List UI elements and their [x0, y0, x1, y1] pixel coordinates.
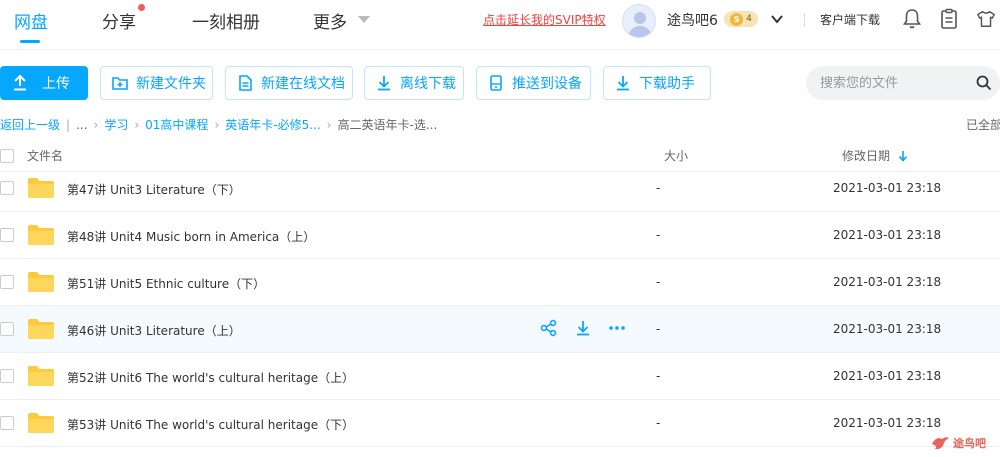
folder-icon [27, 318, 55, 340]
download-icon [378, 76, 390, 91]
tab-netdisk[interactable]: 网盘 [14, 8, 48, 33]
offline-download-button[interactable]: 离线下载 [364, 66, 464, 100]
svip-s-icon: S [730, 12, 744, 26]
username[interactable]: 途鸟吧6 [667, 10, 718, 30]
folder-icon [27, 224, 55, 246]
device-icon [490, 75, 502, 91]
folder-icon [27, 412, 55, 434]
bird-logo-icon [932, 437, 949, 450]
bell-icon[interactable] [902, 8, 922, 30]
file-size: - [656, 369, 661, 383]
breadcrumb-ellipsis[interactable]: ... [76, 118, 87, 132]
push-to-device-button[interactable]: 推送到设备 [476, 66, 591, 100]
table-row[interactable]: 第46讲 Unit3 Literature（上） - 2021-03-01 23:1… [0, 306, 1000, 353]
row-checkbox[interactable] [0, 275, 14, 289]
column-modified[interactable]: 修改日期 [842, 147, 890, 164]
table-row[interactable]: 第52讲 Unit6 The world's cultural heritage… [0, 353, 1000, 400]
breadcrumb: 返回上一级 |... › 学习 › 01高中课程 › 英语年卡-必修5... › 高二英语年卡-选… [0, 118, 438, 132]
column-size[interactable]: 大小 [664, 147, 688, 164]
table-row[interactable]: 第53讲 Unit6 The world's cultural heritage… [0, 400, 1000, 447]
row-checkbox[interactable] [0, 181, 14, 195]
file-size: - [656, 322, 661, 336]
row-actions [540, 319, 626, 337]
search-input[interactable] [820, 73, 970, 93]
search-box [806, 66, 1000, 100]
file-modified-date: 2021-03-01 23:18 [833, 228, 942, 242]
breadcrumb-item[interactable]: 01高中课程 [145, 118, 208, 132]
breadcrumb-item[interactable]: 学习 [104, 118, 128, 132]
new-online-doc-button[interactable]: 新建在线文档 [225, 66, 353, 100]
caret-down-icon[interactable] [358, 16, 370, 23]
breadcrumb-current: 高二英语年卡-选... [337, 118, 438, 132]
shirt-icon[interactable] [976, 8, 996, 30]
push-to-device-label: 推送到设备 [512, 76, 582, 92]
file-size: - [656, 181, 661, 195]
row-checkbox[interactable] [0, 369, 14, 383]
file-modified-date: 2021-03-01 23:18 [833, 322, 942, 336]
svip-promo-link[interactable]: 点击延长我的SVIP特权 [483, 11, 606, 28]
vip-level: 4 [746, 14, 752, 24]
clipboard-icon[interactable] [939, 8, 959, 30]
client-download-link[interactable]: 客户端下载 [820, 11, 880, 28]
upload-button[interactable]: 上传 [0, 66, 88, 100]
notification-dot [138, 4, 145, 11]
search-icon[interactable] [976, 75, 992, 91]
tab-more[interactable]: 更多 [313, 8, 347, 33]
watermark-text: 途鸟吧 [953, 437, 986, 450]
folder-icon [27, 271, 55, 293]
folder-icon [27, 177, 55, 199]
file-modified-date: 2021-03-01 23:18 [833, 275, 942, 289]
new-folder-label: 新建文件夹 [136, 76, 206, 92]
file-modified-date: 2021-03-01 23:18 [833, 181, 942, 195]
row-checkbox[interactable] [0, 228, 14, 242]
more-options-icon[interactable] [608, 319, 626, 337]
table-row[interactable]: 第47讲 Unit3 Literature（下） - 2021-03-01 23:1… [0, 165, 1000, 212]
breadcrumb-item[interactable]: 英语年卡-必修5... [225, 118, 320, 132]
active-tab-indicator [20, 40, 40, 43]
divider [804, 13, 805, 27]
folder-icon [27, 365, 55, 387]
table-row[interactable]: 第51讲 Unit5 Ethnic culture（下） - 2021-03-01 … [0, 259, 1000, 306]
sort-desc-arrow-icon[interactable] [898, 150, 908, 162]
file-name[interactable]: 第53讲 Unit6 The world's cultural heritage… [67, 416, 354, 433]
share-icon[interactable] [540, 319, 558, 337]
upload-label: 上传 [42, 76, 70, 92]
offline-download-label: 离线下载 [400, 76, 456, 92]
file-name[interactable]: 第51讲 Unit5 Ethnic culture（下） [67, 275, 265, 292]
avatar[interactable] [622, 4, 656, 38]
file-size: - [656, 228, 661, 242]
vip-level-badge: S 4 [724, 11, 758, 27]
download-helper-label: 下载助手 [639, 76, 695, 92]
loaded-all-label: 已全部 [966, 118, 1000, 132]
file-size: - [656, 416, 661, 430]
document-icon [239, 75, 252, 91]
top-navigation: 网盘 分享 一刻相册 更多 点击延长我的SVIP特权 途鸟吧6 S 4 客户端下… [0, 0, 1000, 50]
download-icon [617, 76, 629, 91]
watermark: 途鸟吧 [930, 432, 986, 454]
file-name[interactable]: 第47讲 Unit3 Literature（下） [67, 181, 241, 198]
row-checkbox[interactable] [0, 322, 14, 336]
file-name[interactable]: 第48讲 Unit4 Music born in America（上） [67, 228, 315, 245]
select-all-checkbox[interactable] [0, 149, 14, 163]
file-size: - [656, 275, 661, 289]
upload-icon [14, 74, 26, 91]
chevron-down-icon[interactable] [770, 12, 784, 26]
row-checkbox[interactable] [0, 416, 14, 430]
column-name[interactable]: 文件名 [27, 147, 63, 164]
file-name[interactable]: 第52讲 Unit6 The world's cultural heritage… [67, 369, 354, 386]
tab-album[interactable]: 一刻相册 [192, 8, 260, 33]
new-online-doc-label: 新建在线文档 [261, 76, 345, 92]
file-name[interactable]: 第46讲 Unit3 Literature（上） [67, 322, 241, 339]
tab-share[interactable]: 分享 [102, 8, 136, 33]
file-modified-date: 2021-03-01 23:18 [833, 369, 942, 383]
download-icon[interactable] [574, 319, 592, 337]
table-row[interactable]: 第48讲 Unit4 Music born in America（上） - 2021… [0, 212, 1000, 259]
download-helper-button[interactable]: 下载助手 [603, 66, 711, 100]
new-folder-button[interactable]: 新建文件夹 [100, 66, 213, 100]
back-link[interactable]: 返回上一级 [0, 118, 60, 132]
new-folder-icon [112, 77, 128, 90]
file-modified-date: 2021-03-01 23:18 [833, 416, 942, 430]
